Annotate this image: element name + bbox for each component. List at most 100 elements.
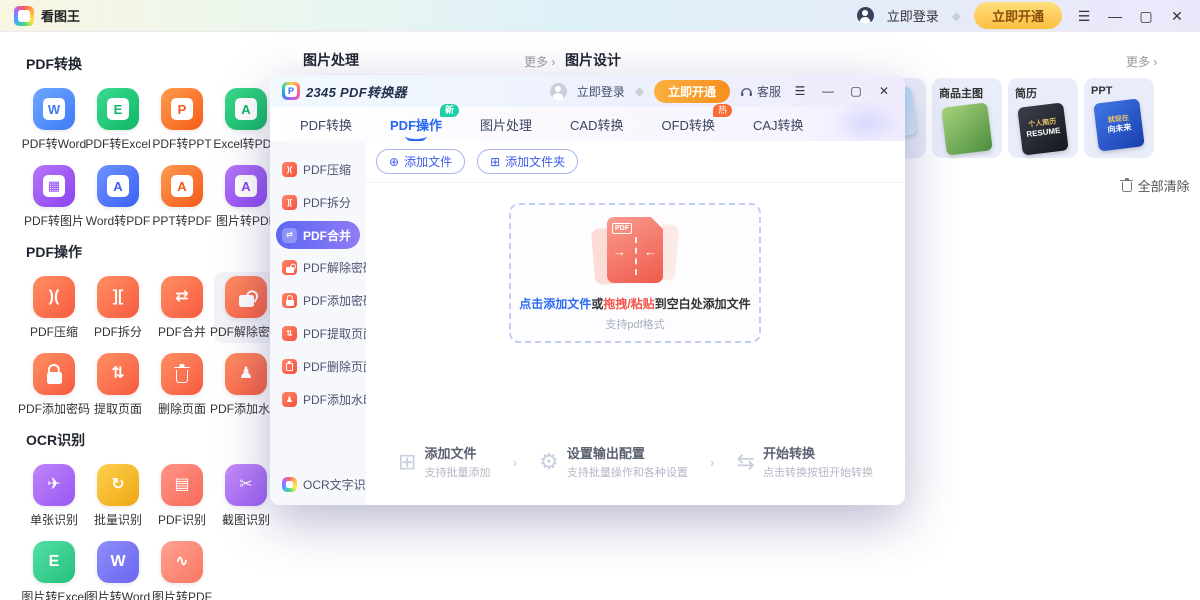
- tab-PDF转换[interactable]: PDF转换: [300, 115, 352, 134]
- PDF提取页面-icon: ⇅: [282, 326, 297, 341]
- user-avatar[interactable]: [857, 7, 874, 24]
- main-titlebar: 看图王 立即登录 ◆ 立即开通 ☰ — ▢ ✕: [0, 0, 1200, 32]
- add-file-button[interactable]: ⊕ 添加文件: [376, 149, 465, 174]
- lock-icon: [286, 300, 294, 306]
- upgrade-button[interactable]: 立即开通: [974, 2, 1062, 29]
- design-card[interactable]: 商品主图: [932, 78, 1002, 158]
- design-card[interactable]: PPT就现在向未来: [1084, 78, 1154, 158]
- modal-sidebar-item-PDF添加水印[interactable]: ♟PDF添加水印: [270, 383, 366, 416]
- tile-label: Excel转PDF: [213, 135, 278, 152]
- modal-menu-icon[interactable]: ☰: [791, 85, 809, 97]
- PDF压缩-icon: )(: [33, 276, 75, 318]
- tab-label: 图片处理: [480, 118, 532, 133]
- modal-sidebar-item-label: PDF压缩: [303, 161, 351, 178]
- sidebar-tile[interactable]: PDF添加密码: [22, 349, 86, 420]
- modal-sidebar-item-PDF压缩[interactable]: )( PDF压缩: [270, 153, 366, 186]
- app-window: 看图王 立即登录 ◆ 立即开通 ☰ — ▢ ✕ PDF转换 WPDF转WordEP…: [0, 0, 1200, 600]
- design-card-thumb: 个人简历RESUME: [1017, 102, 1069, 155]
- sidebar-tile[interactable]: ↻批量识别: [86, 460, 150, 531]
- modal-sidebar: )( PDF压缩 ][PDF拆分⇄PDF合并PDF解除密码PDF添加密码⇅PDF提取…: [270, 141, 366, 505]
- more-link-image-design[interactable]: 更多 ›: [1126, 53, 1157, 70]
- modal-sidebar-item-PDF拆分[interactable]: ][PDF拆分: [270, 186, 366, 219]
- sidebar-tile[interactable]: ⇅提取页面: [86, 349, 150, 420]
- PDF识别-icon: ▤: [161, 464, 203, 506]
- more-link-image-processing[interactable]: 更多 ›: [524, 53, 555, 70]
- menu-icon[interactable]: ☰: [1075, 9, 1093, 23]
- sidebar-tile[interactable]: ✂截图识别: [214, 460, 278, 531]
- Word转PDF-icon: A: [97, 165, 139, 207]
- add-folder-button[interactable]: ⊞ 添加文件夹: [477, 149, 578, 174]
- sidebar-tile[interactable]: W图片转Word: [86, 537, 150, 600]
- sidebar-tile[interactable]: ♟PDF添加水印: [214, 349, 278, 420]
- maximize-button[interactable]: ▢: [1137, 9, 1155, 23]
- modal-user-avatar[interactable]: [550, 83, 567, 100]
- sidebar-tile[interactable]: E图片转Excel: [22, 537, 86, 600]
- file-dropzone[interactable]: PDF →← 点击添加文件或拖拽/粘贴到空白处添加文件 支持pdf格式: [509, 203, 761, 343]
- sidebar-tile[interactable]: ▦PDF转图片: [22, 161, 86, 232]
- 批量识别-icon: ↻: [97, 464, 139, 506]
- tab-CAJ转换[interactable]: CAJ转换: [753, 115, 804, 134]
- sidebar-tile[interactable]: A图片转PDF: [214, 161, 278, 232]
- sidebar-tile[interactable]: 删除页面: [150, 349, 214, 420]
- step-chevron-icon: ›: [512, 454, 517, 470]
- add-circle-icon: ⊕: [389, 156, 399, 168]
- tab-label: PDF操作: [390, 118, 442, 133]
- sidebar-tile[interactable]: APPT转PDF: [150, 161, 214, 232]
- step-text: 添加文件支持批量添加: [424, 443, 490, 480]
- sidebar-tile[interactable]: PDF解除密码: [214, 272, 278, 343]
- decorative-watermark: [831, 101, 901, 145]
- sidebar-tile[interactable]: ][PDF拆分: [86, 272, 150, 343]
- tab-badge: 新: [440, 104, 459, 117]
- glyph-icon: )(: [287, 166, 292, 174]
- modal-upgrade-button[interactable]: 立即开通: [654, 80, 730, 103]
- sidebar-tile[interactable]: ▤PDF识别: [150, 460, 214, 531]
- design-card[interactable]: 简历个人简历RESUME: [1008, 78, 1078, 158]
- sidebar-tile[interactable]: AExcel转PDF: [214, 84, 278, 155]
- trash-icon: [1122, 182, 1132, 192]
- tab-CAD转换[interactable]: CAD转换: [570, 115, 623, 134]
- tab-label: OFD转换: [662, 118, 715, 133]
- tab-OFD转换[interactable]: OFD转换热: [662, 115, 715, 134]
- tile-label: PDF添加密码: [18, 400, 90, 417]
- close-button[interactable]: ✕: [1168, 9, 1186, 23]
- modal-maximize-button[interactable]: ▢: [847, 85, 865, 97]
- dropzone-text: 点击添加文件或拖拽/粘贴到空白处添加文件: [519, 295, 750, 312]
- step-item: ⇆开始转换点击转换按钮开始转换: [737, 443, 873, 480]
- sidebar-tile[interactable]: ✈单张识别: [22, 460, 86, 531]
- sidebar-tile[interactable]: ∿图片转PDF: [150, 537, 214, 600]
- modal-sidebar-item-PDF删除页面[interactable]: PDF删除页面: [270, 350, 366, 383]
- design-card-label: PPT: [1091, 85, 1147, 97]
- modal-sidebar-item-PDF解除密码[interactable]: PDF解除密码: [270, 251, 366, 284]
- tile-label: PDF转Word: [22, 135, 86, 152]
- sidebar-tile[interactable]: AWord转PDF: [86, 161, 150, 232]
- sidebar-tile[interactable]: WPDF转Word: [22, 84, 86, 155]
- minimize-button[interactable]: —: [1106, 9, 1124, 23]
- icon-inner-box: A: [107, 175, 129, 197]
- modal-close-button[interactable]: ✕: [875, 85, 893, 97]
- modal-sidebar-item-label: PDF合并: [303, 227, 351, 244]
- login-button[interactable]: 立即登录: [887, 6, 939, 25]
- glyph-icon: )(: [49, 289, 60, 305]
- modal-login-button[interactable]: 立即登录: [577, 83, 625, 100]
- sidebar-tile[interactable]: PPDF转PPT: [150, 84, 214, 155]
- tab-PDF操作[interactable]: PDF操作新: [390, 115, 442, 134]
- support-button[interactable]: 客服: [740, 83, 781, 100]
- tab-图片处理[interactable]: 图片处理: [480, 115, 532, 134]
- modal-sidebar-item-PDF合并[interactable]: ⇄PDF合并: [276, 221, 360, 249]
- sidebar-tile[interactable]: )(PDF压缩: [22, 272, 86, 343]
- clear-all-button[interactable]: 全部清除: [1122, 176, 1190, 195]
- modal-sidebar-item-PDF添加密码[interactable]: PDF添加密码: [270, 284, 366, 317]
- workflow-steps: ⊞添加文件支持批量添加›⚙设置输出配置支持批量操作和各种设置›⇆开始转换点击转换…: [366, 443, 905, 480]
- modal-minimize-button[interactable]: —: [819, 85, 837, 97]
- modal-sidebar-item-label: PDF添加水印: [303, 391, 375, 408]
- step-chevron-icon: ›: [710, 454, 715, 470]
- 删除页面-icon: [161, 353, 203, 395]
- tile-label: PDF拆分: [94, 323, 142, 340]
- PDF合并-icon: ⇄: [161, 276, 203, 318]
- sidebar-tile[interactable]: ⇄PDF合并: [150, 272, 214, 343]
- sidebar-tile[interactable]: EPDF转Excel: [86, 84, 150, 155]
- sidebar-section-title: OCR识别: [26, 430, 284, 450]
- sidebar-tile-grid: ✈单张识别↻批量识别▤PDF识别✂截图识别 E图片转ExcelW图片转Word∿图…: [22, 460, 284, 600]
- modal-sidebar-ocr-item[interactable]: OCR文字识别: [282, 476, 378, 493]
- modal-sidebar-item-PDF提取页面[interactable]: ⇅PDF提取页面: [270, 317, 366, 350]
